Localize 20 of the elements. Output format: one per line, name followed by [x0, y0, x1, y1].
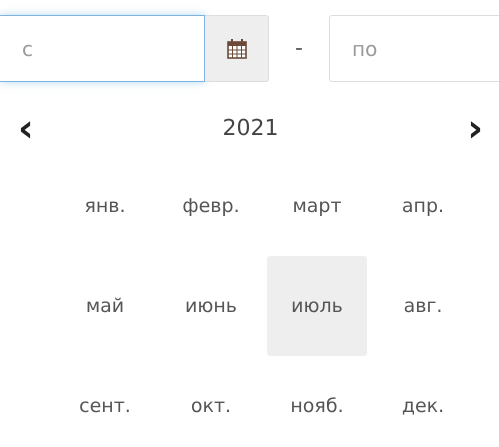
calendar-button[interactable] [205, 15, 270, 82]
month-cell[interactable]: апр. [373, 156, 473, 256]
month-cell[interactable]: дек. [373, 356, 473, 447]
range-separator: - [295, 36, 303, 61]
month-cell[interactable]: сент. [55, 356, 155, 447]
month-cell[interactable]: июнь [161, 256, 261, 356]
month-cell[interactable]: окт. [161, 356, 261, 447]
previous-year-button[interactable]: ‹ [10, 109, 42, 147]
end-date-field[interactable]: по [329, 15, 499, 82]
month-cell[interactable]: май [55, 256, 155, 356]
month-cell[interactable]: янв. [55, 156, 155, 256]
next-year-button[interactable]: › [459, 109, 491, 147]
month-cell[interactable]: февр. [161, 156, 261, 256]
month-cell[interactable]: авг. [373, 256, 473, 356]
year-title: 2021 [222, 116, 278, 140]
start-date-field[interactable]: с [0, 15, 205, 82]
month-cell[interactable]: март [267, 156, 367, 256]
calendar-icon [226, 38, 248, 60]
month-cell[interactable]: нояб. [267, 356, 367, 447]
month-cell[interactable]: июль [267, 256, 367, 356]
